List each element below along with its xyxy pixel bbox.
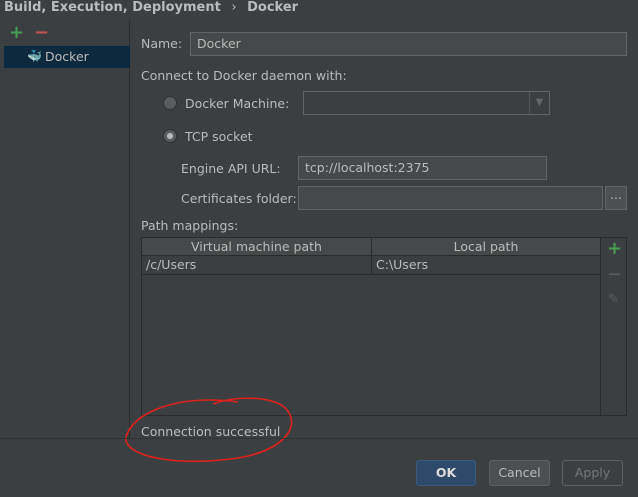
remove-icon[interactable]: − [34, 22, 49, 43]
tcp-socket-label: TCP socket [185, 129, 253, 144]
browse-button[interactable]: ... [605, 186, 627, 210]
path-mappings-label: Path mappings: [141, 218, 239, 233]
sidebar [0, 20, 130, 438]
docker-icon: 🐳 [27, 49, 42, 63]
name-input[interactable]: Docker [190, 32, 627, 56]
docker-machine-label: Docker Machine: [185, 96, 290, 111]
breadcrumb: Build, Execution, Deployment › Docker [4, 0, 298, 15]
table-cell[interactable]: C:\Users [372, 256, 600, 275]
breadcrumb-parent[interactable]: Build, Execution, Deployment [4, 0, 221, 15]
tcp-socket-radio[interactable] [163, 129, 177, 143]
add-mapping-icon[interactable]: + [607, 238, 622, 259]
sidebar-item-docker[interactable]: 🐳 Docker [4, 46, 130, 68]
engine-api-url-input[interactable]: tcp://localhost:2375 [298, 156, 547, 180]
docker-machine-select[interactable]: ▼ [303, 91, 550, 115]
column-header-vm-path[interactable]: Virtual machine path [142, 238, 372, 256]
path-mappings-table: Virtual machine path Local path /c/Users… [141, 237, 601, 416]
name-label: Name: [141, 36, 183, 51]
table-toolbar: + − ✎ [601, 237, 627, 416]
remove-mapping-icon[interactable]: − [607, 264, 622, 285]
engine-api-url-label: Engine API URL: [181, 161, 281, 176]
footer-divider [0, 438, 638, 439]
cancel-button[interactable]: Cancel [489, 460, 550, 486]
add-icon[interactable]: + [9, 22, 24, 43]
edit-mapping-icon[interactable]: ✎ [608, 292, 619, 307]
ok-button[interactable]: OK [416, 460, 476, 486]
chevron-down-icon[interactable]: ▼ [529, 92, 549, 114]
annotation-circle [125, 397, 293, 463]
connect-label: Connect to Docker daemon with: [141, 68, 347, 83]
table-cell[interactable]: /c/Users [142, 256, 372, 275]
certificates-folder-input[interactable] [298, 186, 603, 210]
apply-button[interactable]: Apply [562, 460, 623, 486]
column-header-local-path[interactable]: Local path [372, 238, 600, 256]
certificates-folder-label: Certificates folder: [181, 191, 297, 206]
sidebar-item-label: Docker [45, 49, 89, 64]
breadcrumb-current: Docker [247, 0, 299, 15]
docker-machine-radio[interactable] [163, 96, 177, 110]
breadcrumb-separator: › [231, 0, 237, 15]
